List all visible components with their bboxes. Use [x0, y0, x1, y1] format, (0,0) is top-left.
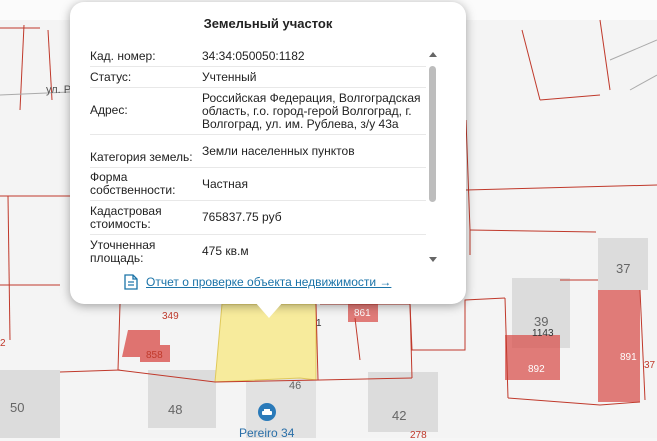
property-value: 765837.75 руб: [202, 210, 282, 224]
property-key: Категория земель:: [90, 150, 193, 164]
property-value: Российская Федерация, Волгоградская обла…: [202, 90, 421, 131]
building-number: 42: [392, 408, 407, 423]
parcel-number: 349: [162, 311, 179, 322]
parcel-number: 37: [644, 360, 656, 371]
property-key: Адрес:: [90, 103, 128, 117]
property-row: Уточненная площадь: 475 кв.м: [90, 235, 426, 268]
scroll-thumb[interactable]: [429, 66, 436, 202]
building: [0, 370, 60, 438]
parcel-info-popup: Земельный участок Кад. номер: 34:34:0500…: [70, 2, 466, 318]
property-key: Кадастровая стоимость:: [90, 204, 162, 231]
property-row: Кадастровая стоимость: 765837.75 руб: [90, 201, 426, 235]
scroll-down-arrow-icon[interactable]: [429, 257, 437, 262]
parcel[interactable]: [598, 290, 640, 402]
parcel-number: 1: [316, 318, 322, 329]
property-row: Кад. номер: 34:34:050050:1182: [90, 46, 426, 67]
parcel-number: 861: [354, 308, 371, 319]
building-number: 39: [534, 314, 549, 329]
properties-scrollbar[interactable]: [427, 50, 439, 264]
property-value: Земли населенных пунктов: [202, 143, 355, 158]
parcel-properties-list: Кад. номер: 34:34:050050:1182 Статус: Уч…: [90, 46, 426, 268]
parcel-number: 278: [410, 430, 427, 441]
property-row: Категория земель: Земли населенных пункт…: [90, 135, 426, 168]
property-value: 475 кв.м: [202, 244, 249, 258]
building-number: 50: [10, 400, 25, 415]
document-icon: [124, 274, 138, 290]
building: [368, 372, 438, 432]
parcel-number: 891: [620, 352, 637, 363]
property-row: Статус: Учтенный: [90, 67, 426, 88]
street-label: ул. Р: [46, 84, 72, 96]
report-link-text[interactable]: Отчет о проверке объекта недвижимости →: [146, 275, 391, 289]
parcel-number: 1143: [532, 328, 554, 339]
property-value: Частная: [202, 176, 248, 191]
property-row: Адрес: Российская Федерация, Волгоградск…: [90, 88, 426, 135]
building-number: 48: [168, 402, 183, 417]
popup-title: Земельный участок: [203, 16, 333, 31]
property-key: Уточненная площадь:: [90, 238, 156, 265]
report-link[interactable]: Отчет о проверке объекта недвижимости →: [124, 274, 391, 290]
property-key: Кад. номер:: [90, 49, 156, 63]
popup-pointer: [255, 302, 283, 318]
property-key: Форма собственности:: [90, 170, 176, 197]
building: [148, 370, 216, 428]
property-value: 34:34:050050:1182: [202, 48, 305, 63]
building-number: 37: [616, 261, 631, 276]
parcel-number: 892: [528, 364, 545, 375]
property-value: Учтенный: [202, 69, 257, 84]
parcel-number: 858: [146, 350, 163, 361]
scroll-up-arrow-icon[interactable]: [429, 52, 437, 57]
property-row: Форма собственности: Частная: [90, 168, 426, 201]
parcel-number: 2: [0, 338, 6, 349]
car-service-icon[interactable]: [258, 403, 276, 421]
property-key: Статус:: [90, 70, 132, 84]
building-number: 46: [289, 380, 302, 392]
